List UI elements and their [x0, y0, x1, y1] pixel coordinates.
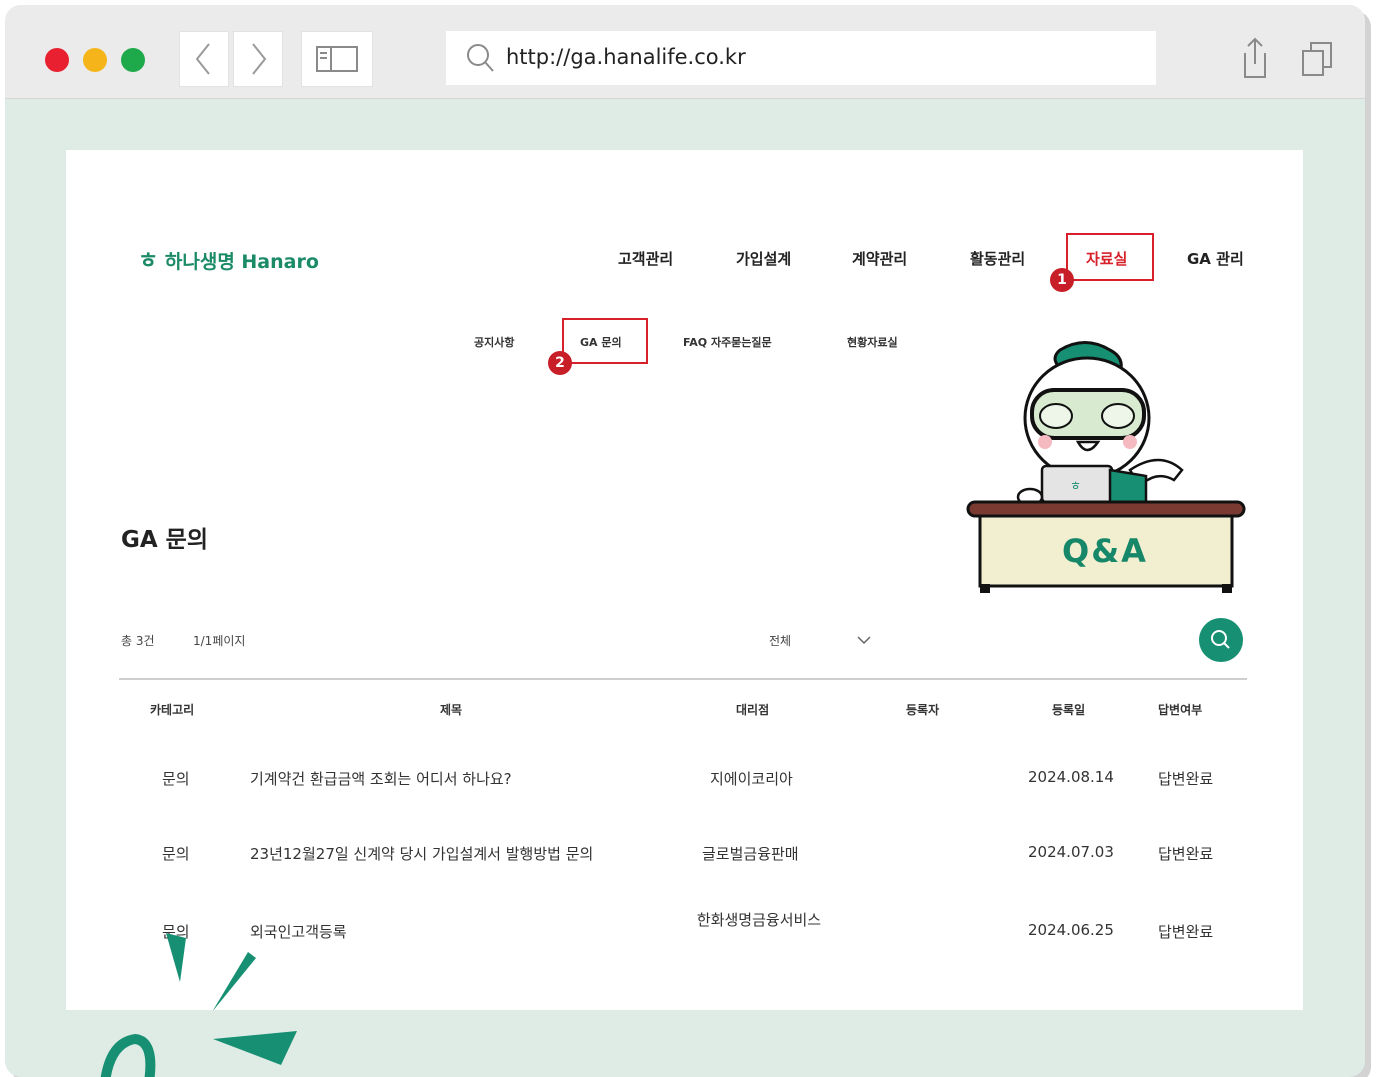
- nav-customer[interactable]: 고객관리: [618, 248, 673, 269]
- row-category: 문의: [162, 845, 190, 863]
- row-agency: 지에이코리아: [710, 770, 793, 788]
- close-window-button[interactable]: [45, 48, 69, 72]
- col-status: 답변여부: [1158, 703, 1203, 717]
- subnav-faq[interactable]: FAQ 자주묻는질문: [683, 334, 772, 350]
- highlight-box-ga-inquiry: [562, 318, 648, 364]
- sidebar-icon: [316, 46, 358, 72]
- share-button[interactable]: [1227, 31, 1279, 85]
- search-button[interactable]: [1199, 618, 1243, 662]
- back-button[interactable]: [179, 31, 229, 87]
- qa-sign-text: Q&A: [1062, 532, 1148, 570]
- row-agency: 한화생명금융서비스: [696, 911, 822, 929]
- row-date: 2024.07.03: [1028, 843, 1114, 861]
- row-category: 문의: [162, 770, 190, 788]
- subnav-notice[interactable]: 공지사항: [474, 334, 514, 350]
- url-text: http://ga.hanalife.co.kr: [506, 45, 746, 69]
- search-input[interactable]: [904, 624, 1174, 654]
- search-icon: [1211, 630, 1230, 649]
- row-status: 답변완료: [1158, 923, 1214, 941]
- step-marker-1: 1: [1050, 268, 1074, 292]
- nav-contract[interactable]: 계약관리: [852, 248, 907, 269]
- col-subject: 제목: [440, 703, 463, 717]
- page-title: GA 문의: [121, 527, 209, 553]
- tabs-icon: [1302, 42, 1332, 76]
- col-date: 등록일: [1052, 703, 1086, 717]
- row-status: 답변완료: [1158, 770, 1214, 788]
- highlight-box-resources: [1066, 233, 1154, 281]
- site-logo[interactable]: ㅎ 하나생명 Hanaro: [138, 243, 319, 275]
- row-date: 2024.08.14: [1028, 768, 1114, 786]
- decorative-swirl: [100, 1031, 297, 1077]
- sparkle-lines-icon: [166, 933, 256, 1010]
- col-category: 카테고리: [150, 703, 195, 717]
- sidebar-toggle-button[interactable]: [301, 31, 373, 87]
- page-indicator: 1/1페이지: [193, 634, 246, 648]
- chevron-right-icon: [252, 43, 267, 75]
- laptop-logo: ㅎ: [1070, 479, 1081, 493]
- row-date: 2024.06.25: [1028, 921, 1114, 939]
- maximize-window-button[interactable]: [121, 48, 145, 72]
- table-top-border: [119, 678, 1247, 680]
- logo-text: 하나생명 Hanaro: [164, 251, 319, 273]
- subnav-status-docs[interactable]: 현황자료실: [847, 334, 898, 350]
- nav-activity[interactable]: 활동관리: [970, 248, 1025, 269]
- browser-window: http://ga.hanalife.co.kr ㅎ 하나생명 Hanaro 고…: [5, 5, 1365, 1077]
- address-bar[interactable]: http://ga.hanalife.co.kr: [446, 31, 1156, 85]
- row-agency: 글로벌금융판매: [702, 845, 799, 863]
- search-icon: [467, 44, 494, 72]
- share-icon: [1244, 37, 1266, 78]
- chevron-left-icon: [195, 43, 210, 75]
- forward-button[interactable]: [233, 31, 283, 87]
- row-subject-link[interactable]: 기계약건 환급금액 조회는 어디서 하나요?: [250, 768, 512, 789]
- total-count: 총 3건: [121, 634, 155, 648]
- filter-select[interactable]: 전체: [769, 632, 791, 649]
- hana-logo-icon: ㅎ: [138, 249, 159, 274]
- col-writer: 등록자: [906, 703, 940, 717]
- row-status: 답변완료: [1158, 845, 1214, 863]
- minimize-window-button[interactable]: [83, 48, 107, 72]
- nav-plan[interactable]: 가입설계: [736, 248, 791, 269]
- col-agency: 대리점: [736, 703, 770, 717]
- tabs-button[interactable]: [1291, 31, 1343, 85]
- browser-toolbar: http://ga.hanalife.co.kr: [5, 5, 1365, 99]
- chevron-down-icon[interactable]: [856, 634, 872, 646]
- row-subject-link[interactable]: 23년12월27일 신계약 당시 가입설계서 발행방법 문의: [250, 843, 593, 864]
- nav-ga-admin[interactable]: GA 관리: [1187, 248, 1244, 269]
- step-marker-2: 2: [548, 351, 572, 375]
